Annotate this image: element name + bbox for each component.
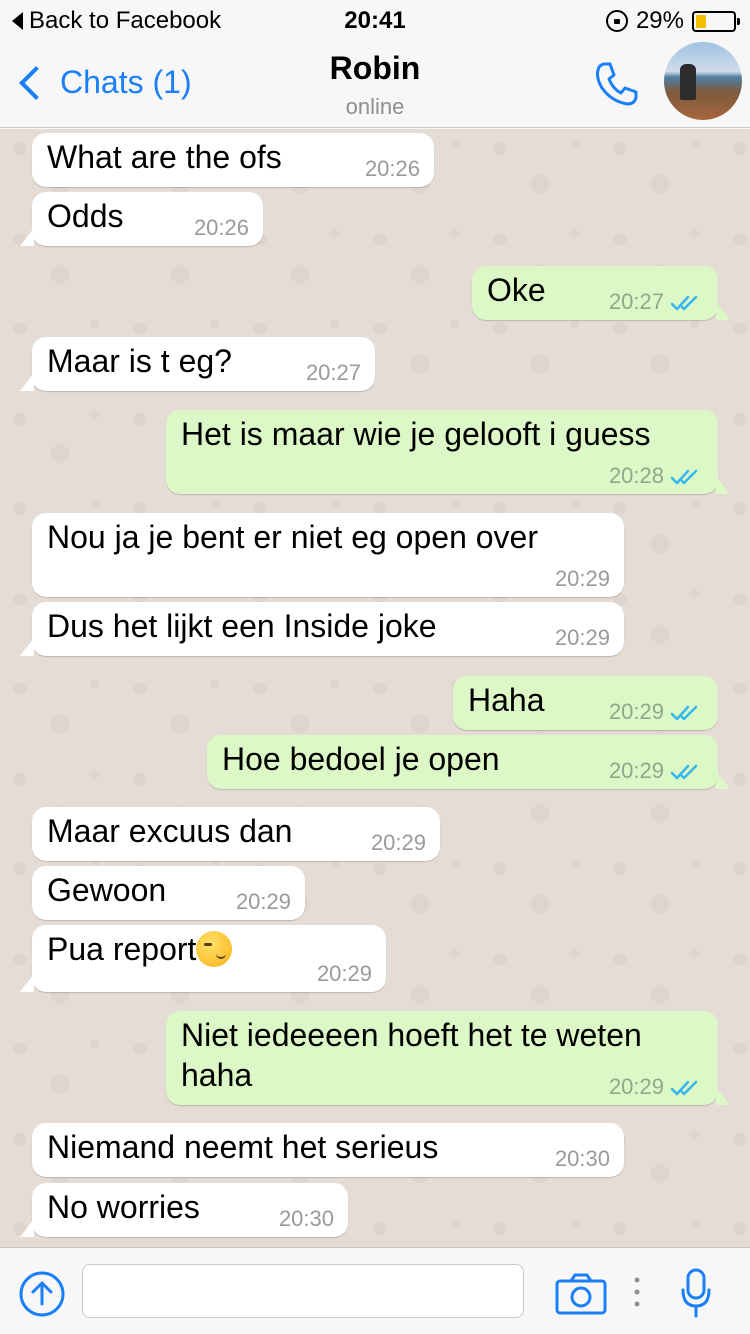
- timestamp-text: 20:29: [554, 625, 610, 650]
- incoming-message[interactable]: Niemand neemt het serieus 20:30: [32, 1123, 624, 1177]
- rotation-lock-icon: [605, 10, 628, 32]
- message-text-content: Haha: [468, 682, 545, 718]
- message-timestamp: 20:27: [609, 290, 702, 314]
- message-timestamp: 20:29: [609, 1075, 702, 1099]
- outgoing-message[interactable]: Niet iedeeeen hoeft het te weten haha 20:2…: [166, 1011, 730, 1105]
- message-text-content: Odds: [47, 198, 124, 234]
- message-text-content: What are the ofs: [47, 139, 282, 175]
- message-timestamp: 20:30: [279, 1207, 334, 1231]
- message-timestamp: 20:30: [555, 1147, 610, 1171]
- incoming-message[interactable]: Maar excuus dan 20:29: [32, 807, 440, 861]
- outgoing-message[interactable]: Hoe bedoel je open 20:29: [207, 735, 730, 789]
- timestamp-text: 20:29: [608, 699, 664, 724]
- avatar[interactable]: [664, 42, 742, 120]
- message-text: Maar is t eg?: [47, 341, 232, 381]
- message-text: Niet iedeeeen hoeft het te weten haha: [181, 1015, 642, 1095]
- message-text: What are the ofs: [47, 137, 282, 177]
- message-timestamp: 20:29: [609, 759, 702, 783]
- timestamp-text: 20:29: [370, 830, 426, 855]
- message-text-content: Oke: [487, 272, 546, 308]
- timestamp-text: 20:28: [608, 463, 664, 488]
- message-text: Haha: [468, 680, 545, 720]
- read-receipt-icon: [670, 764, 698, 780]
- message-text: Dus het lijkt een Inside joke: [47, 606, 437, 646]
- incoming-message[interactable]: Pua report 20:29: [20, 925, 386, 992]
- smirk-emoji: [196, 931, 233, 967]
- incoming-message[interactable]: Odds 20:26: [20, 192, 263, 246]
- nav-bar: Chats (1) Robin online: [0, 40, 750, 128]
- incoming-message[interactable]: Maar is t eg? 20:27: [20, 337, 375, 391]
- message-timestamp: 20:29: [555, 567, 610, 591]
- microphone-icon[interactable]: [680, 1268, 712, 1318]
- message-timestamp: 20:28: [609, 464, 702, 488]
- timestamp-text: 20:26: [193, 215, 249, 240]
- timestamp-text: 20:29: [235, 889, 291, 914]
- message-timestamp: 20:29: [609, 700, 702, 724]
- message-text: Hoe bedoel je open: [222, 739, 500, 779]
- incoming-message[interactable]: What are the ofs 20:26: [32, 133, 434, 187]
- message-text: Pua report: [47, 929, 233, 969]
- message-text-content: Het is maar wie je gelooft i guess: [181, 416, 651, 452]
- message-text-content: Dus het lijkt een Inside joke: [47, 608, 437, 644]
- timestamp-text: 20:30: [554, 1146, 610, 1171]
- message-text-content: Nou ja je bent er niet eg open over: [47, 519, 538, 555]
- avatar-person: [680, 64, 696, 100]
- camera-icon[interactable]: [554, 1272, 608, 1316]
- message-text: Odds: [47, 196, 123, 236]
- outgoing-message[interactable]: Oke 20:27: [472, 266, 730, 320]
- timestamp-text: 20:29: [608, 1074, 664, 1099]
- message-text-line: haha: [181, 1057, 253, 1093]
- message-text-content: Maar is t eg?: [47, 343, 232, 379]
- message-timestamp: 20:29: [555, 626, 610, 650]
- message-timestamp: 20:29: [236, 890, 291, 914]
- upload-icon[interactable]: [18, 1270, 66, 1318]
- read-receipt-icon: [670, 469, 698, 485]
- incoming-message[interactable]: No worries 20:30: [20, 1183, 348, 1237]
- outgoing-message[interactable]: Haha 20:29: [453, 676, 718, 730]
- incoming-message[interactable]: Gewoon 20:29: [32, 866, 305, 920]
- message-timestamp: 20:29: [371, 831, 426, 855]
- message-timestamp: 20:26: [194, 216, 249, 240]
- message-text: No worries: [47, 1187, 200, 1227]
- timestamp-text: 20:29: [608, 758, 664, 783]
- message-text: Maar excuus dan: [47, 811, 292, 851]
- chat-area[interactable]: What are the ofs 20:26 Odds 20:26 Oke 20:27 Ma…: [0, 129, 750, 1247]
- message-text-content: Hoe bedoel je open: [222, 741, 500, 777]
- read-receipt-icon: [670, 705, 698, 721]
- timestamp-text: 20:27: [608, 289, 664, 314]
- timestamp-text: 20:26: [364, 156, 420, 181]
- message-text: Oke: [487, 270, 546, 310]
- message-timestamp: 20:27: [306, 361, 361, 385]
- message-text: Niemand neemt het serieus: [47, 1127, 438, 1167]
- message-timestamp: 20:29: [317, 962, 372, 986]
- read-receipt-icon: [670, 295, 698, 311]
- status-right: 29%: [605, 7, 740, 35]
- message-text-line: Niet iedeeeen hoeft het te weten: [181, 1017, 642, 1053]
- timestamp-text: 20:29: [316, 961, 372, 986]
- message-text-content: No worries: [47, 1189, 200, 1225]
- battery-percent: 29%: [635, 7, 684, 34]
- message-text-content: Maar excuus dan: [47, 813, 293, 849]
- more-dots-icon[interactable]: [634, 1276, 640, 1308]
- message-text: Het is maar wie je gelooft i guess: [181, 414, 651, 454]
- message-input[interactable]: [82, 1264, 524, 1318]
- message-timestamp: 20:26: [365, 157, 420, 181]
- timestamp-text: 20:29: [554, 566, 610, 591]
- read-receipt-icon: [670, 1080, 698, 1096]
- outgoing-message[interactable]: Het is maar wie je gelooft i guess 20:28: [166, 410, 730, 494]
- incoming-message[interactable]: Nou ja je bent er niet eg open over 20:29: [32, 513, 624, 597]
- message-text-content: Pua report: [47, 931, 197, 967]
- battery-icon: [692, 10, 740, 32]
- status-bar: Back to Facebook 20:41 29%: [0, 0, 750, 40]
- input-bar: [0, 1247, 750, 1334]
- phone-icon[interactable]: [590, 58, 642, 110]
- message-text: Nou ja je bent er niet eg open over: [47, 517, 538, 557]
- timestamp-text: 20:27: [305, 360, 361, 385]
- incoming-message[interactable]: Dus het lijkt een Inside joke 20:29: [20, 602, 624, 656]
- message-text-content: Gewoon: [47, 872, 167, 908]
- timestamp-text: 20:30: [278, 1206, 334, 1231]
- message-text-content: Niemand neemt het serieus: [47, 1129, 439, 1165]
- message-text: Gewoon: [47, 870, 166, 910]
